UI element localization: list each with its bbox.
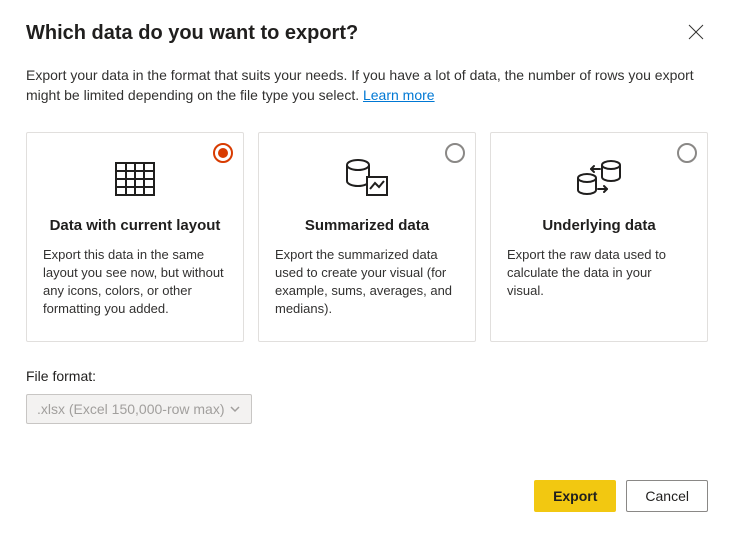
export-button[interactable]: Export bbox=[534, 480, 616, 512]
radio-unselected[interactable] bbox=[445, 143, 465, 163]
option-description: Export the summarized data used to creat… bbox=[275, 246, 459, 319]
radio-selected[interactable] bbox=[213, 143, 233, 163]
option-description: Export the raw data used to calculate th… bbox=[507, 246, 691, 301]
dialog-footer: Export Cancel bbox=[534, 480, 708, 512]
option-description: Export this data in the same layout you … bbox=[43, 246, 227, 319]
option-title: Data with current layout bbox=[43, 217, 227, 234]
file-format-value: .xlsx (Excel 150,000-row max) bbox=[37, 401, 225, 417]
learn-more-link[interactable]: Learn more bbox=[363, 87, 435, 103]
radio-dot-icon bbox=[218, 148, 228, 158]
close-icon bbox=[688, 24, 704, 40]
dialog-description: Export your data in the format that suit… bbox=[26, 65, 708, 106]
option-title: Underlying data bbox=[507, 217, 691, 234]
file-format-select[interactable]: .xlsx (Excel 150,000-row max) bbox=[26, 394, 252, 424]
close-button[interactable] bbox=[684, 22, 708, 47]
table-icon bbox=[115, 162, 155, 196]
cancel-button[interactable]: Cancel bbox=[626, 480, 708, 512]
export-options: Data with current layout Export this dat… bbox=[26, 132, 708, 342]
option-underlying[interactable]: Underlying data Export the raw data used… bbox=[490, 132, 708, 342]
option-summarized[interactable]: Summarized data Export the summarized da… bbox=[258, 132, 476, 342]
dialog-title: Which data do you want to export? bbox=[26, 22, 358, 45]
description-text: Export your data in the format that suit… bbox=[26, 67, 694, 103]
radio-unselected[interactable] bbox=[677, 143, 697, 163]
summarized-icon bbox=[345, 159, 389, 199]
underlying-icon bbox=[575, 159, 623, 199]
file-format-label: File format: bbox=[26, 368, 708, 384]
option-current-layout[interactable]: Data with current layout Export this dat… bbox=[26, 132, 244, 342]
option-title: Summarized data bbox=[275, 217, 459, 234]
chevron-down-icon bbox=[229, 403, 241, 415]
